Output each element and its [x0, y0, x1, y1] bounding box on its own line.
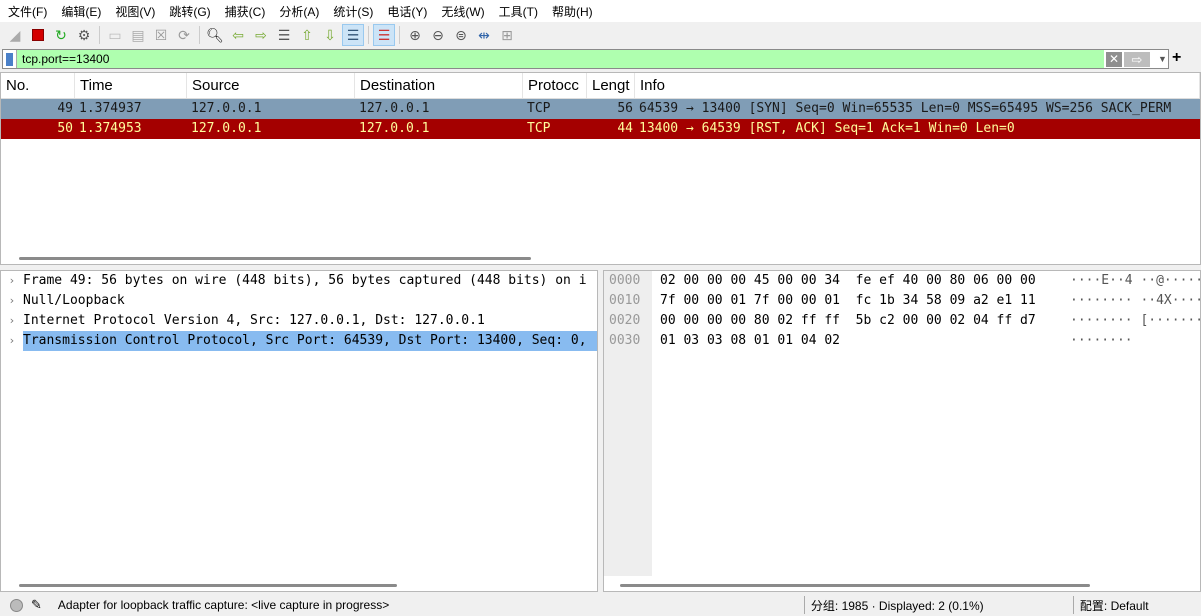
menu-file[interactable]: 文件(F) — [2, 3, 55, 20]
toolbar-divider — [368, 26, 369, 44]
column-header-length[interactable]: Lengt — [587, 73, 635, 98]
menu-capture[interactable]: 捕获(C) — [219, 3, 274, 20]
toolbar-divider — [399, 26, 400, 44]
column-header-source[interactable]: Source — [187, 73, 355, 98]
add-filter-button-icon[interactable]: + — [1172, 49, 1181, 67]
expand-arrow-icon[interactable]: › — [1, 271, 23, 291]
menu-telephony[interactable]: 电话(Y) — [381, 3, 435, 20]
zoom-in-icon[interactable]: ⊕ — [404, 24, 426, 46]
packet-info: 13400 → 64539 [RST, ACK] Seq=1 Ack=1 Win… — [639, 121, 1015, 136]
bytes-line: 0030 01 03 03 08 01 01 04 02 ········ — [609, 333, 1133, 348]
close-file-icon[interactable]: ☒ — [150, 24, 172, 46]
layout-icon[interactable]: ⊞ — [496, 24, 518, 46]
bookmark-icon[interactable] — [3, 50, 17, 68]
details-scrollbar[interactable] — [19, 584, 397, 587]
menu-go[interactable]: 跳转(G) — [163, 3, 218, 20]
packet-no: 49 — [57, 101, 73, 116]
packet-protocol: TCP — [527, 101, 551, 116]
packet-row[interactable]: 49 1.374937 127.0.0.1 127.0.0.1 TCP 56 6… — [1, 99, 1200, 119]
menu-analyze[interactable]: 分析(A) — [273, 3, 327, 20]
comment-icon[interactable]: ✎ — [31, 597, 42, 613]
detail-null-loopback[interactable]: › Null/Loopback — [1, 291, 597, 311]
display-filter-bar: tcp.port==13400 ✕ ⇨ ▼ — [2, 49, 1169, 69]
column-header-no[interactable]: No. — [1, 73, 75, 98]
stop-capture-icon[interactable] — [27, 24, 49, 46]
status-bar: ✎ Adapter for loopback traffic capture: … — [0, 594, 1201, 616]
bytes-scrollbar[interactable] — [620, 584, 1090, 587]
packet-list-header: No. Time Source Destination Protocc Leng… — [1, 73, 1200, 99]
packet-no: 50 — [57, 121, 73, 136]
detail-frame[interactable]: › Frame 49: 56 bytes on wire (448 bits), … — [1, 271, 597, 291]
bytes-line: 0020 00 00 00 00 80 02 ff ff 5b c2 00 00 … — [609, 313, 1201, 328]
status-divider — [803, 596, 805, 614]
toolbar-divider — [199, 26, 200, 44]
bytes-line: 0010 7f 00 00 01 7f 00 00 01 fc 1b 34 58 … — [609, 293, 1201, 308]
bytes-line: 0000 02 00 00 00 45 00 00 34 fe ef 40 00 … — [609, 273, 1201, 288]
packet-destination: 127.0.0.1 — [359, 121, 430, 136]
capture-options-icon[interactable]: ⚙ — [73, 24, 95, 46]
menu-help[interactable]: 帮助(H) — [546, 3, 601, 20]
packet-source: 127.0.0.1 — [191, 101, 262, 116]
packet-protocol: TCP — [527, 121, 551, 136]
packet-bytes: 0000 02 00 00 00 45 00 00 34 fe ef 40 00 … — [603, 270, 1201, 592]
go-forward-icon[interactable]: ⇨ — [250, 24, 272, 46]
menu-statistics[interactable]: 统计(S) — [327, 3, 381, 20]
menu-wireless[interactable]: 无线(W) — [435, 3, 492, 20]
expand-arrow-icon[interactable]: › — [1, 311, 23, 331]
detail-ipv4[interactable]: › Internet Protocol Version 4, Src: 127.0… — [1, 311, 597, 331]
status-divider — [1072, 596, 1074, 614]
reload-icon[interactable]: ⟳ — [173, 24, 195, 46]
colorize-icon[interactable]: ☰ — [373, 24, 395, 46]
first-packet-icon[interactable]: ⇧ — [296, 24, 318, 46]
menu-tools[interactable]: 工具(T) — [493, 3, 546, 20]
expand-arrow-icon[interactable]: › — [1, 291, 23, 311]
packet-time: 1.374953 — [79, 121, 142, 136]
open-file-icon[interactable]: ▭ — [104, 24, 126, 46]
main-toolbar: ◢ ↻ ⚙ ▭ ▤ ☒ ⟳ 🔍︎ ⇦ ⇨ ☰ ⇧ ⇩ ☰ ☰ ⊕ ⊖ ⊜ ⇹ ⊞ — [0, 22, 1201, 48]
shark-fin-start-icon[interactable]: ◢ — [4, 24, 26, 46]
packet-source: 127.0.0.1 — [191, 121, 262, 136]
filter-history-dropdown-icon[interactable]: ▼ — [1152, 54, 1167, 64]
save-file-icon[interactable]: ▤ — [127, 24, 149, 46]
zoom-normal-icon[interactable]: ⊜ — [450, 24, 472, 46]
autoscroll-icon[interactable]: ☰ — [342, 24, 364, 46]
last-packet-icon[interactable]: ⇩ — [319, 24, 341, 46]
go-back-icon[interactable]: ⇦ — [227, 24, 249, 46]
detail-tcp[interactable]: › Transmission Control Protocol, Src Port… — [1, 331, 597, 351]
menu-edit[interactable]: 编辑(E) — [55, 3, 109, 20]
expand-arrow-icon[interactable]: › — [1, 331, 23, 351]
zoom-out-icon[interactable]: ⊖ — [427, 24, 449, 46]
packet-destination: 127.0.0.1 — [359, 101, 430, 116]
resize-columns-icon[interactable]: ⇹ — [473, 24, 495, 46]
packet-count: 分组: 1985 · Displayed: 2 (0.1%) — [810, 598, 984, 613]
column-header-info[interactable]: Info — [635, 73, 1200, 98]
find-packet-icon[interactable]: 🔍︎ — [204, 24, 226, 46]
packet-length: 56 — [617, 101, 633, 116]
packet-list-scrollbar[interactable] — [19, 257, 531, 260]
capture-status-icon[interactable] — [10, 598, 23, 612]
go-to-packet-icon[interactable]: ☰ — [273, 24, 295, 46]
column-header-protocol[interactable]: Protocc — [523, 73, 587, 98]
packet-length: 44 — [617, 121, 633, 136]
packet-list: No. Time Source Destination Protocc Leng… — [0, 72, 1201, 265]
profile-selector[interactable]: 配置: Default — [1080, 597, 1149, 614]
packet-info: 64539 → 13400 [SYN] Seq=0 Win=65535 Len=… — [639, 101, 1172, 116]
display-filter-input[interactable]: tcp.port==13400 — [17, 52, 109, 66]
packet-time: 1.374937 — [79, 101, 142, 116]
clear-filter-icon[interactable]: ✕ — [1106, 51, 1122, 67]
status-message: Adapter for loopback traffic capture: <l… — [57, 598, 390, 612]
restart-capture-icon[interactable]: ↻ — [50, 24, 72, 46]
menu-view[interactable]: 视图(V) — [109, 3, 163, 20]
menu-bar: 文件(F) 编辑(E) 视图(V) 跳转(G) 捕获(C) 分析(A) 统计(S… — [0, 0, 1201, 22]
column-header-destination[interactable]: Destination — [355, 73, 523, 98]
apply-filter-icon[interactable]: ⇨ — [1124, 51, 1150, 67]
column-header-time[interactable]: Time — [75, 73, 187, 98]
toolbar-divider — [99, 26, 100, 44]
packet-row[interactable]: 50 1.374953 127.0.0.1 127.0.0.1 TCP 44 1… — [1, 119, 1200, 139]
packet-details: › Frame 49: 56 bytes on wire (448 bits), … — [0, 270, 598, 592]
